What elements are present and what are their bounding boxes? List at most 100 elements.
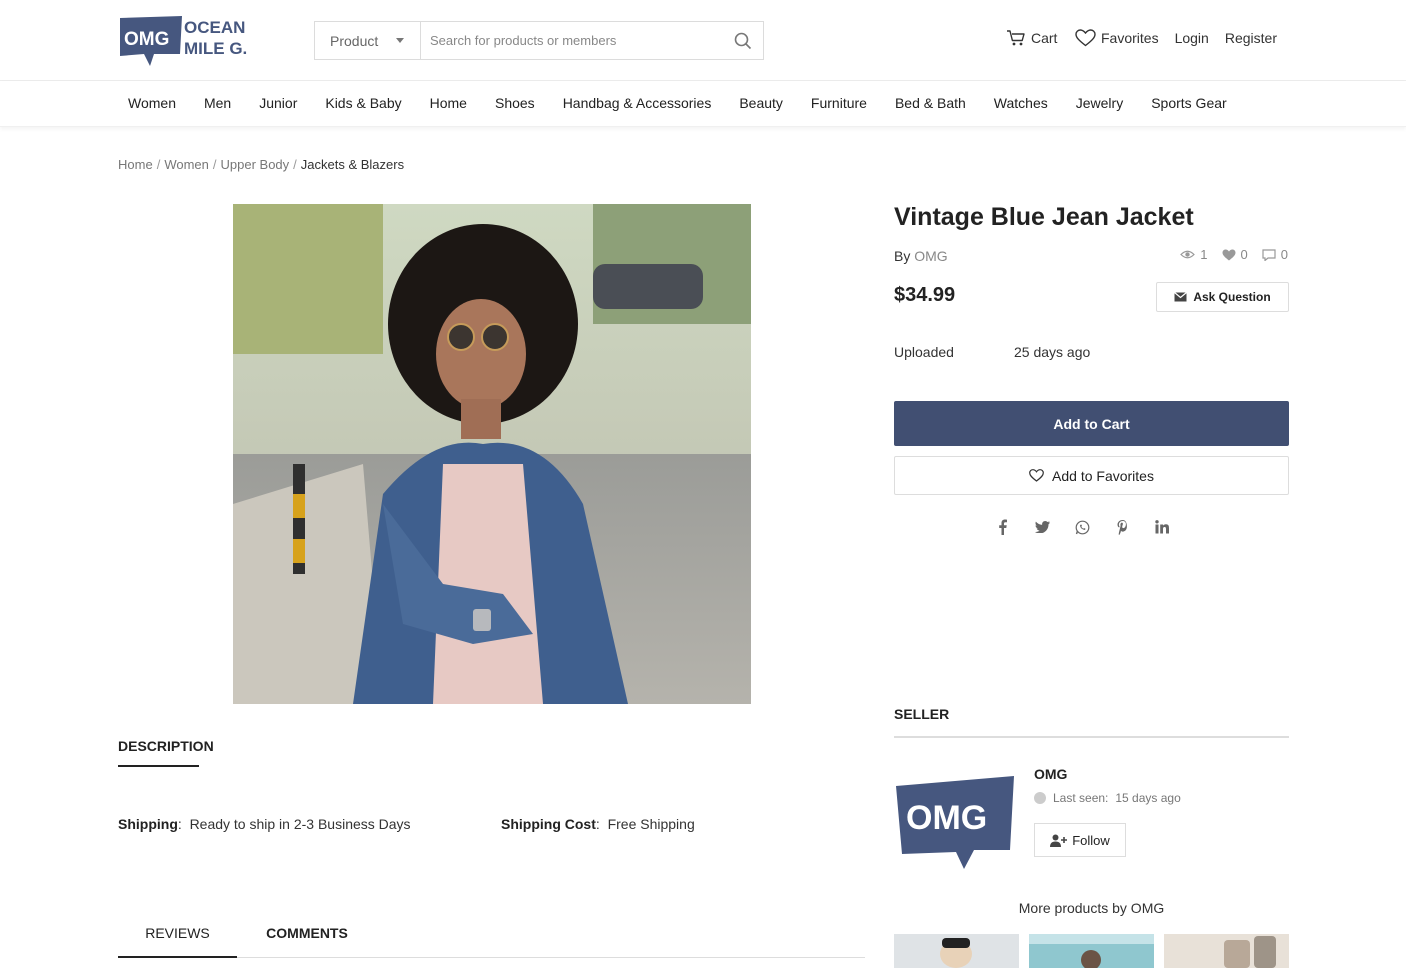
envelope-icon: [1174, 292, 1188, 302]
site-header: OMG OCEAN MILE G. Product Cart Favorites…: [0, 0, 1406, 81]
category-women[interactable]: Women: [128, 95, 176, 111]
likes-stat: 0: [1222, 247, 1248, 262]
shipping-info: Shipping: Ready to ship in 2-3 Business …: [118, 816, 411, 832]
heart-icon: [1222, 249, 1236, 260]
follow-button[interactable]: Follow: [1034, 823, 1126, 857]
ask-question-button[interactable]: Ask Question: [1156, 282, 1289, 312]
follow-label: Follow: [1072, 832, 1110, 848]
tab-comments[interactable]: COMMENTS: [237, 915, 377, 957]
register-link[interactable]: Register: [1225, 30, 1277, 46]
product-price: $34.99: [894, 284, 956, 306]
add-to-favorites-label: Add to Favorites: [1052, 467, 1154, 484]
product-thumbnail[interactable]: [894, 934, 1019, 968]
heart-icon: [1029, 469, 1044, 482]
header-links: Cart Favorites Login Register: [1006, 29, 1277, 47]
last-seen-label: Last seen:: [1053, 791, 1109, 805]
comments-stat: 0: [1262, 247, 1288, 262]
twitter-icon[interactable]: [1032, 517, 1052, 537]
search-button[interactable]: [723, 22, 763, 59]
search-bar: Product: [314, 21, 764, 60]
search-input[interactable]: [421, 22, 723, 59]
favorites-link[interactable]: Favorites: [1075, 29, 1159, 47]
user-plus-icon: [1050, 834, 1068, 847]
shipping-value: Ready to ship in 2-3 Business Days: [189, 816, 411, 832]
seller-link[interactable]: OMG: [914, 248, 947, 264]
by-label: By: [894, 248, 911, 264]
facebook-icon[interactable]: [992, 517, 1012, 537]
shipping-colon: :: [177, 816, 190, 832]
product-thumbnail[interactable]: [1029, 934, 1154, 968]
search-icon: [734, 32, 752, 49]
cart-link[interactable]: Cart: [1006, 29, 1062, 47]
category-sports-gear[interactable]: Sports Gear: [1151, 95, 1226, 111]
shipping-cost-info: Shipping Cost: Free Shipping: [501, 816, 695, 832]
category-furniture[interactable]: Furniture: [811, 95, 867, 111]
breadcrumb-upper-body[interactable]: Upper Body: [221, 157, 290, 172]
views-stat: 1: [1180, 247, 1208, 262]
category-nav: Women Men Junior Kids & Baby Home Shoes …: [0, 81, 1406, 127]
site-logo[interactable]: OMG OCEAN MILE G.: [118, 14, 263, 66]
review-tabs: REVIEWS COMMENTS: [118, 915, 865, 958]
product-image[interactable]: [233, 204, 751, 704]
breadcrumb-current: Jackets & Blazers: [300, 157, 405, 172]
breadcrumb-home[interactable]: Home: [118, 157, 153, 172]
category-shoes[interactable]: Shoes: [495, 95, 535, 111]
breadcrumb-separator: /: [156, 157, 161, 172]
category-kids-baby[interactable]: Kids & Baby: [325, 95, 401, 111]
uploaded-label: Uploaded: [894, 344, 954, 360]
add-to-favorites-button[interactable]: Add to Favorites: [894, 456, 1289, 495]
shipping-cost-value: Free Shipping: [607, 816, 695, 832]
seller-avatar[interactable]: OMG: [894, 774, 1016, 870]
svg-text:OMG: OMG: [124, 29, 169, 50]
category-handbag-accessories[interactable]: Handbag & Accessories: [563, 95, 712, 111]
pinterest-icon[interactable]: [1112, 517, 1132, 537]
login-link[interactable]: Login: [1175, 30, 1209, 46]
linkedin-icon[interactable]: [1152, 517, 1172, 537]
shipping-cost-label: Shipping Cost: [501, 816, 596, 832]
breadcrumb-women[interactable]: Women: [164, 157, 209, 172]
svg-text:MILE G.: MILE G.: [184, 39, 247, 58]
category-watches[interactable]: Watches: [994, 95, 1048, 111]
search-category-select[interactable]: Product: [315, 22, 421, 59]
status-dot: [1034, 792, 1046, 804]
search-category-label: Product: [330, 32, 379, 49]
views-count: 1: [1200, 247, 1208, 262]
add-to-cart-label: Add to Cart: [1053, 415, 1130, 432]
product-title: Vintage Blue Jean Jacket: [894, 203, 1194, 231]
seller-last-seen: Last seen: 15 days ago: [1034, 791, 1181, 805]
product-byline: By OMG: [894, 248, 948, 264]
description-underline: [118, 765, 199, 767]
product-thumbnail[interactable]: [1164, 934, 1289, 968]
cart-label: Cart: [1031, 30, 1058, 46]
chevron-down-icon: [396, 38, 404, 43]
seller-divider: [894, 736, 1289, 738]
category-jewelry[interactable]: Jewelry: [1076, 95, 1123, 111]
category-home[interactable]: Home: [430, 95, 467, 111]
more-products-list: [894, 934, 1289, 968]
breadcrumb: Home / Women / Upper Body / Jackets & Bl…: [118, 157, 404, 172]
add-to-cart-button[interactable]: Add to Cart: [894, 401, 1289, 446]
category-junior[interactable]: Junior: [259, 95, 297, 111]
seller-heading: SELLER: [894, 706, 950, 722]
more-products-heading: More products by OMG: [1018, 900, 1165, 916]
whatsapp-icon[interactable]: [1072, 517, 1092, 537]
share-links: [992, 517, 1172, 537]
favorites-label: Favorites: [1101, 30, 1159, 46]
breadcrumb-separator: /: [293, 157, 297, 172]
product-stats: 1 0 0: [1180, 247, 1288, 262]
heart-icon: [1075, 29, 1096, 47]
category-beauty[interactable]: Beauty: [739, 95, 783, 111]
uploaded-value: 25 days ago: [1014, 344, 1091, 360]
seller-name[interactable]: OMG: [1034, 766, 1067, 782]
likes-count: 0: [1240, 247, 1248, 262]
category-men[interactable]: Men: [204, 95, 231, 111]
description-heading[interactable]: DESCRIPTION: [118, 738, 214, 754]
svg-text:OMG: OMG: [906, 799, 987, 837]
comments-count: 0: [1280, 247, 1288, 262]
comment-icon: [1262, 248, 1276, 261]
svg-text:OCEAN: OCEAN: [184, 18, 245, 37]
ask-question-label: Ask Question: [1193, 290, 1271, 304]
tab-reviews[interactable]: REVIEWS: [118, 915, 237, 958]
category-bed-bath[interactable]: Bed & Bath: [895, 95, 966, 111]
shipping-label: Shipping: [118, 816, 178, 832]
